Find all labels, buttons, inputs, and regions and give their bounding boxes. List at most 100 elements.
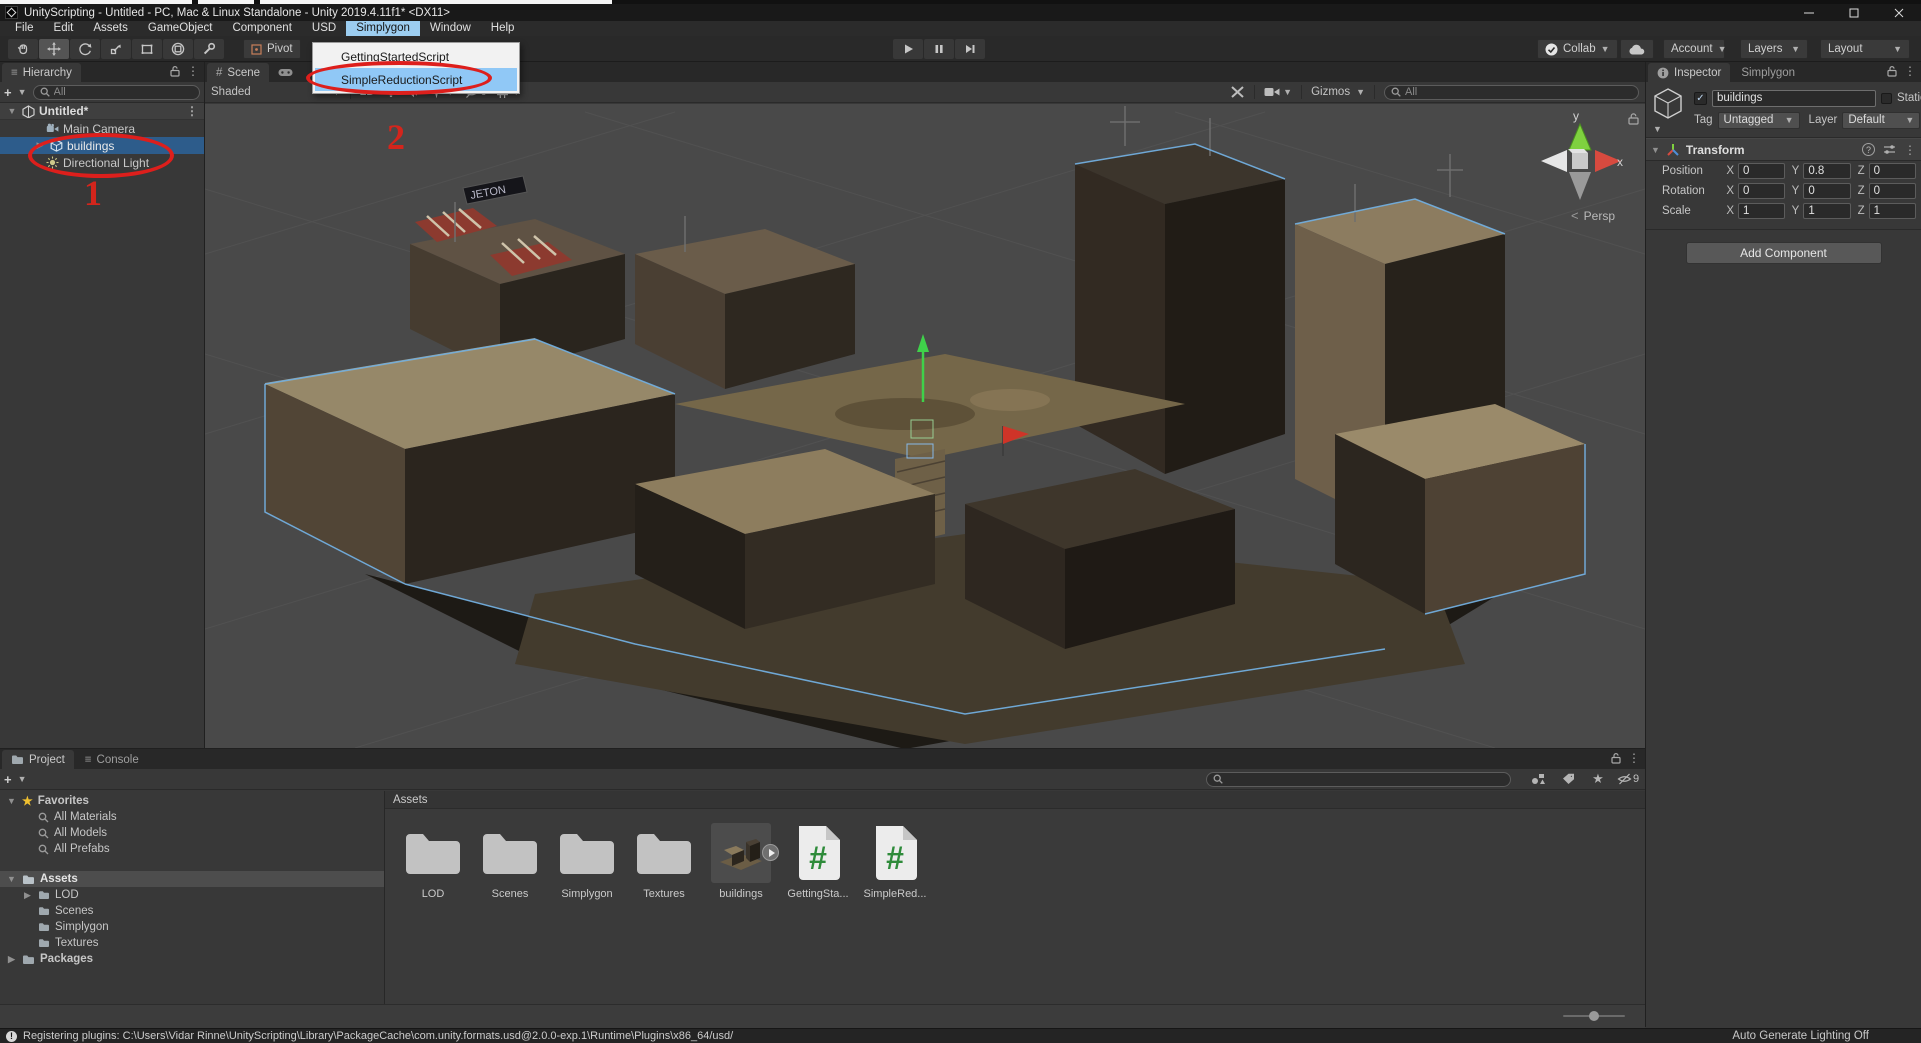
play-button[interactable] — [893, 39, 923, 59]
menu-item-simplereductionscript[interactable]: SimpleReductionScript — [315, 68, 517, 91]
assets-root-row[interactable]: ▼ Assets — [0, 871, 384, 887]
folder-row-textures[interactable]: Textures — [0, 935, 384, 951]
tab-hierarchy[interactable]: ≡ Hierarchy — [2, 63, 81, 82]
asset-item-simplereductionscript[interactable]: # SimpleRed... — [859, 823, 931, 900]
scene-search-input[interactable] — [1405, 86, 1632, 98]
tag-dropdown[interactable]: Untagged▼ — [1718, 112, 1800, 129]
folder-row-scenes[interactable]: Scenes — [0, 903, 384, 919]
rect-tool-button[interactable] — [132, 39, 162, 59]
folder-row-simplygon[interactable]: Simplygon — [0, 919, 384, 935]
hierarchy-item-directional-light[interactable]: Directional Light — [0, 154, 204, 171]
layout-dropdown[interactable]: Layout▼ — [1820, 39, 1910, 59]
menu-window[interactable]: Window — [420, 21, 481, 36]
favorites-star-button[interactable]: ★ — [1585, 771, 1611, 788]
projection-indicator[interactable]: < Persp — [1571, 208, 1615, 223]
kebab-menu-icon[interactable]: ⋮ — [187, 65, 199, 77]
rotate-tool-button[interactable] — [70, 39, 100, 59]
account-dropdown[interactable]: Account▼ — [1663, 39, 1725, 59]
packages-row[interactable]: ▶ Packages — [0, 951, 384, 967]
help-icon[interactable]: ? — [1862, 143, 1875, 156]
scale-tool-button[interactable] — [101, 39, 131, 59]
foldout-open-icon[interactable]: ▼ — [1651, 145, 1660, 155]
transform-component-header[interactable]: ▼ Transform ? ⋮ — [1646, 138, 1921, 161]
tab-game[interactable] — [271, 63, 300, 82]
add-component-button[interactable]: Add Component — [1686, 242, 1882, 264]
pivot-toggle-button[interactable]: Pivot — [243, 39, 301, 59]
search-by-label-button[interactable] — [1555, 771, 1581, 788]
lock-icon[interactable] — [170, 65, 180, 77]
move-tool-button[interactable] — [39, 39, 69, 59]
scene-tools-icon[interactable] — [1230, 85, 1245, 99]
tab-inspector[interactable]: Inspector — [1648, 63, 1730, 82]
menu-file[interactable]: File — [5, 21, 44, 36]
layer-dropdown[interactable]: Default▼ — [1842, 112, 1920, 129]
favorites-row[interactable]: ▼★ Favorites — [0, 793, 384, 809]
asset-item-lod[interactable]: LOD — [397, 823, 469, 900]
collab-dropdown[interactable]: Collab▼ — [1537, 39, 1618, 59]
scale-z-field[interactable]: 1 — [1869, 203, 1916, 219]
lock-icon[interactable] — [1611, 752, 1621, 764]
hierarchy-search[interactable] — [33, 85, 200, 100]
create-asset-button[interactable]: + — [4, 772, 12, 787]
project-search-input[interactable] — [1227, 773, 1504, 785]
asset-item-simplygon[interactable]: Simplygon — [551, 823, 623, 900]
thumbnail-size-slider[interactable] — [1563, 1015, 1625, 1017]
scene-lock-icon[interactable] — [1628, 112, 1639, 125]
static-checkbox[interactable] — [1881, 93, 1892, 104]
asset-item-gettingstartedscript[interactable]: # GettingSta... — [782, 823, 854, 900]
menu-assets[interactable]: Assets — [83, 21, 138, 36]
project-search[interactable] — [1206, 772, 1511, 787]
hierarchy-search-input[interactable] — [54, 86, 193, 98]
menu-usd[interactable]: USD — [302, 21, 346, 36]
scale-x-field[interactable]: 1 — [1738, 203, 1785, 219]
position-z-field[interactable]: 0 — [1869, 163, 1916, 179]
hierarchy-item-main-camera[interactable]: Main Camera — [0, 120, 204, 137]
rotation-z-field[interactable]: 0 — [1869, 183, 1916, 199]
project-hidden-count[interactable]: 9 — [1615, 771, 1641, 788]
foldout-open-icon[interactable]: ▼ — [6, 106, 18, 116]
tab-simplygon[interactable]: Simplygon — [1732, 63, 1804, 82]
lock-icon[interactable] — [1887, 65, 1897, 77]
search-by-type-button[interactable] — [1525, 771, 1551, 788]
favorites-all-models[interactable]: All Models — [0, 825, 384, 841]
scene-camera-dropdown[interactable]: ▼ — [1264, 87, 1292, 97]
menu-edit[interactable]: Edit — [44, 21, 84, 36]
favorites-all-prefabs[interactable]: All Prefabs — [0, 841, 384, 857]
scale-y-field[interactable]: 1 — [1803, 203, 1850, 219]
asset-item-scenes[interactable]: Scenes — [474, 823, 546, 900]
hierarchy-item-buildings[interactable]: ▶ buildings — [0, 137, 204, 154]
pause-button[interactable] — [924, 39, 954, 59]
minimize-button[interactable] — [1786, 4, 1831, 21]
add-object-button[interactable]: + — [4, 85, 12, 100]
step-button[interactable] — [955, 39, 985, 59]
status-bar[interactable]: ! Registering plugins: C:\Users\Vidar Ri… — [0, 1028, 1921, 1043]
rotation-y-field[interactable]: 0 — [1803, 183, 1850, 199]
foldout-closed-icon[interactable]: ▶ — [34, 140, 46, 151]
kebab-menu-icon[interactable]: ⋮ — [1904, 65, 1916, 77]
transform-tool-button[interactable] — [163, 39, 193, 59]
favorites-all-materials[interactable]: All Materials — [0, 809, 384, 825]
tab-console[interactable]: ≡ Console — [76, 750, 148, 769]
tab-scene[interactable]: # Scene — [207, 63, 269, 82]
scene-orientation-gizmo[interactable]: y x — [1535, 108, 1627, 212]
custom-tool-button[interactable] — [194, 39, 224, 59]
icon-picker-caret[interactable]: ▼ — [1653, 124, 1662, 134]
position-y-field[interactable]: 0.8 — [1803, 163, 1850, 179]
kebab-menu-icon[interactable]: ⋮ — [1904, 144, 1916, 156]
add-object-caret[interactable]: ▼ — [18, 87, 27, 97]
menu-item-gettingstartedscript[interactable]: GettingStartedScript — [315, 45, 517, 68]
expand-asset-button[interactable] — [762, 844, 779, 861]
scene-search[interactable] — [1384, 85, 1639, 100]
scene-row[interactable]: ▼ Untitled* ⋮ — [0, 103, 204, 120]
asset-item-buildings[interactable]: buildings — [705, 823, 777, 900]
asset-item-textures[interactable]: Textures — [628, 823, 700, 900]
menu-component[interactable]: Component — [222, 21, 301, 36]
active-checkbox[interactable]: ✓ — [1694, 92, 1707, 105]
hand-tool-button[interactable] — [8, 39, 38, 59]
menu-simplygon[interactable]: Simplygon — [346, 21, 420, 36]
object-name-field[interactable] — [1712, 90, 1876, 107]
tab-project[interactable]: Project — [2, 750, 74, 769]
lighting-status[interactable]: Auto Generate Lighting Off — [1732, 1030, 1869, 1042]
scene-kebab-icon[interactable]: ⋮ — [186, 105, 198, 117]
create-asset-caret[interactable]: ▼ — [18, 774, 27, 784]
